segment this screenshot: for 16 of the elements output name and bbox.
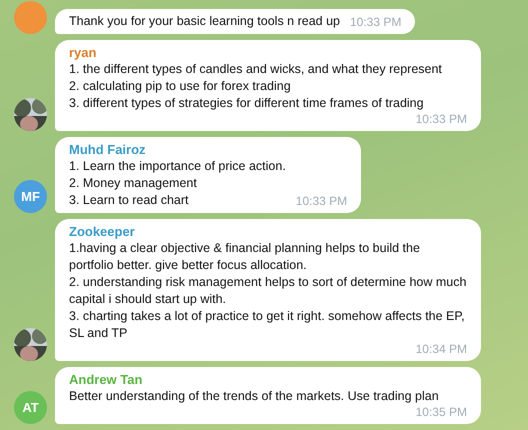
message-text: 1.having a clear objective & financial planning helps to build the portfolio better. give better focus allocation. 2. understanding risk management helps to sort of determine how much capital i should start up with. 3. charting takes a lot of practice to get it right. somehow affects the EP, SL and TP [69, 240, 467, 342]
avatar[interactable]: AT [14, 391, 47, 424]
sender-name[interactable]: Muhd Fairoz [69, 141, 348, 158]
message-time: 10:35 PM [416, 405, 467, 420]
message-time: 10:33 PM [296, 194, 348, 209]
message-text: Thank you for your basic learning tools n read up [69, 13, 340, 30]
message-time: 10:33 PM [416, 112, 467, 127]
message-text: Better understanding of the trends of the markets. Use trading plan [69, 388, 439, 405]
message-text: 1. Learn the importance of price action. 2. Money management 3. Learn to read chart [69, 158, 286, 209]
message-time: 10:33 PM [350, 15, 402, 30]
message-text: 1. the different types of candles and wicks, and what they represent 2. calculating pip to use for forex trading 3. different types of strategies for different time frames of trading [69, 61, 442, 112]
sender-name[interactable]: Andrew Tan [69, 371, 467, 388]
avatar[interactable]: MF [14, 180, 47, 213]
sender-name[interactable]: ryan [69, 44, 467, 61]
sender-name[interactable]: Zookeeper [69, 223, 467, 240]
message-time: 10:34 PM [416, 342, 467, 357]
